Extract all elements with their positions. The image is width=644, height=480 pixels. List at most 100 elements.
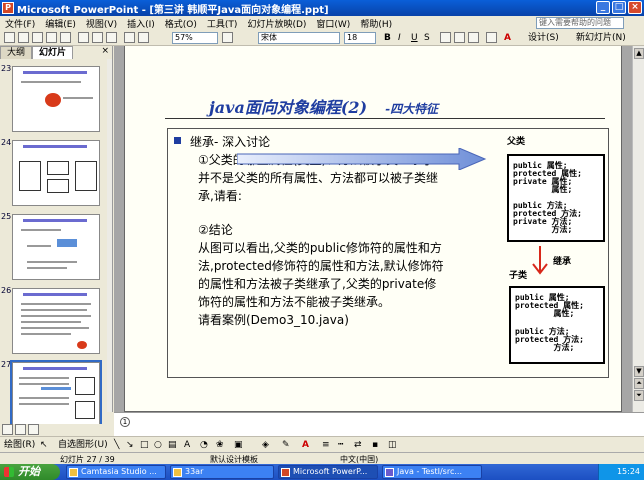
draw-menu-button[interactable]: 绘图(R) [4, 439, 35, 451]
bold-button[interactable]: B [384, 32, 391, 44]
menu-slideshow[interactable]: 幻灯片放映(D) [242, 17, 311, 30]
design-button[interactable]: 设计(S) [528, 32, 559, 44]
menu-view[interactable]: 视图(V) [81, 17, 122, 30]
line-tool-icon[interactable]: ╲ [114, 439, 119, 451]
new-slide-button[interactable]: 新幻灯片(N) [576, 32, 626, 44]
title-divider [165, 118, 605, 119]
increase-font-icon[interactable] [486, 32, 497, 43]
picture-icon[interactable]: ▣ [234, 439, 243, 451]
sorter-view-icon[interactable] [15, 424, 26, 435]
table-icon[interactable] [138, 32, 149, 43]
italic-button[interactable]: I [398, 32, 401, 44]
powerpoint-app-icon[interactable]: P [2, 2, 14, 14]
cut-icon[interactable] [78, 32, 89, 43]
slide-thumbnail[interactable]: 26 [0, 286, 108, 358]
wordart-icon[interactable]: A [184, 439, 190, 451]
shadow-button[interactable]: S [424, 32, 430, 44]
dash-style-icon[interactable]: ┅ [338, 439, 343, 451]
font-size-select[interactable]: 18 [344, 32, 376, 44]
select-pointer-icon[interactable]: ↖ [40, 439, 48, 451]
menu-edit[interactable]: 编辑(E) [40, 17, 81, 30]
menu-tools[interactable]: 工具(T) [202, 17, 243, 30]
blue-arrow-shape[interactable] [237, 148, 487, 170]
undo-icon[interactable] [106, 32, 117, 43]
maximize-button[interactable]: □ [612, 1, 626, 14]
menu-file[interactable]: 文件(F) [0, 17, 40, 30]
slide-canvas[interactable]: java面向对象编程(2)-四大特征 继承- 深入讨论 ①父类的哪些属性(变量)… [124, 46, 622, 412]
child-row: 方法; [515, 343, 575, 352]
menu-format[interactable]: 格式(O) [160, 17, 202, 30]
normal-view-icon[interactable] [2, 424, 13, 435]
folder-icon [173, 468, 182, 477]
previous-slide-icon[interactable]: ⏶ [634, 378, 644, 389]
help-search-input[interactable]: 键入需要帮助的问题 [536, 17, 624, 29]
parent-class-box[interactable]: public 属性; protected 属性; private 属性; 属性;… [507, 154, 605, 242]
panel-scrollbar[interactable] [107, 59, 112, 412]
spellcheck-icon[interactable] [60, 32, 71, 43]
arrow-tool-icon[interactable]: ↘ [126, 439, 134, 451]
task-label: Java - TestI/src... [397, 467, 462, 476]
clock[interactable]: 15:24 [617, 467, 640, 476]
font-color-icon[interactable]: A [504, 32, 511, 44]
save-icon[interactable] [32, 32, 43, 43]
parent-row: 方法; [513, 225, 573, 234]
eclipse-icon [385, 468, 394, 477]
close-button[interactable]: × [628, 1, 642, 14]
inherit-arrow-icon [532, 246, 548, 275]
tab-slides[interactable]: 幻灯片 [32, 46, 74, 59]
slide-thumbnail[interactable]: 25 [0, 212, 108, 284]
text-color-icon[interactable]: A [302, 439, 309, 451]
tab-outline[interactable]: 大纲 [0, 46, 33, 59]
new-file-icon[interactable] [4, 32, 15, 43]
shadow-style-icon[interactable]: ▪ [372, 439, 378, 451]
child-class-box[interactable]: public 属性; protected 属性; 属性; public 方法; … [509, 286, 605, 364]
chart-icon[interactable] [124, 32, 135, 43]
slide-thumbnail[interactable]: 24 [0, 138, 108, 210]
system-tray: 15:24 [598, 464, 644, 480]
align-center-icon[interactable] [454, 32, 465, 43]
autoshapes-button[interactable]: 自选图形(U) [58, 439, 108, 451]
menu-window[interactable]: 窗口(W) [311, 17, 355, 30]
diagram-icon[interactable]: ◔ [200, 439, 208, 451]
copy-icon[interactable] [92, 32, 103, 43]
open-folder-icon[interactable] [18, 32, 29, 43]
menu-help[interactable]: 帮助(H) [355, 17, 397, 30]
slide-title-sub: -四大特征 [385, 102, 439, 116]
conclusion-line-4: 饰符的属性和方法不能被子类继承。 [198, 295, 391, 309]
align-left-icon[interactable] [440, 32, 451, 43]
taskbar-item-java[interactable]: Java - TestI/src... [382, 465, 482, 479]
rectangle-tool-icon[interactable]: □ [140, 439, 149, 451]
print-icon[interactable] [46, 32, 57, 43]
zoom-select[interactable]: 57% [172, 32, 218, 44]
fill-color-icon[interactable]: ◈ [262, 439, 269, 451]
conclusion-line-2: 法,protected修饰符的属性和方法,默认修饰符 [198, 259, 444, 273]
clipart-icon[interactable]: ❀ [216, 439, 224, 451]
slide-thumbnail-current[interactable]: 27 [0, 360, 108, 432]
bullets-icon[interactable] [468, 32, 479, 43]
taskbar-item-folder[interactable]: 33ar [170, 465, 274, 479]
arrow-style-icon[interactable]: ⇄ [354, 439, 362, 451]
line-color-icon[interactable]: ✎ [282, 439, 290, 451]
3d-style-icon[interactable]: ◫ [388, 439, 397, 451]
taskbar-item-camtasia[interactable]: Camtasia Studio ... [66, 465, 166, 479]
oval-tool-icon[interactable]: ○ [154, 439, 162, 451]
scroll-up-icon[interactable]: ▲ [634, 48, 644, 59]
menu-insert[interactable]: 插入(I) [122, 17, 160, 30]
notes-pane[interactable]: 1 [114, 412, 644, 436]
slide-vertical-scrollbar[interactable]: ▲ ▼ ⏶ ⏷ [632, 46, 644, 412]
slide-title[interactable]: java面向对象编程(2) -四大特征 [209, 94, 589, 118]
next-slide-icon[interactable]: ⏷ [634, 390, 644, 401]
help-icon[interactable] [222, 32, 233, 43]
scroll-down-icon[interactable]: ▼ [634, 366, 644, 377]
panel-close-icon[interactable]: × [101, 46, 109, 56]
taskbar-item-powerpoint[interactable]: Microsoft PowerP... [278, 465, 378, 479]
title-bar: P Microsoft PowerPoint - [第三讲 韩顺平Java面向对… [0, 0, 644, 16]
slideshow-view-icon[interactable] [28, 424, 39, 435]
minimize-button[interactable]: _ [596, 1, 610, 14]
start-button[interactable]: 开始 [0, 464, 60, 480]
font-select[interactable]: 宋体 [258, 32, 340, 44]
line-style-icon[interactable]: ≡ [322, 439, 330, 451]
textbox-tool-icon[interactable]: ▤ [168, 439, 177, 451]
underline-button[interactable]: U [411, 32, 418, 44]
slide-thumbnail[interactable]: 23 [0, 64, 108, 136]
